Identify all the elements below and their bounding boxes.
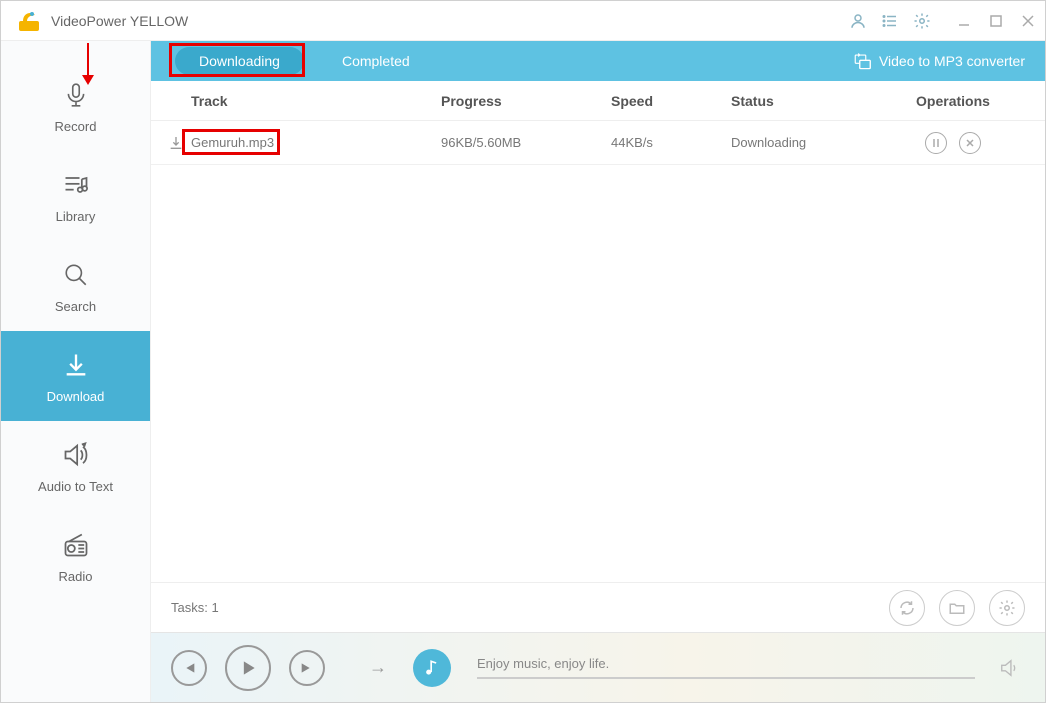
- open-folder-button[interactable]: [939, 590, 975, 626]
- player-text-area: Enjoy music, enjoy life.: [469, 656, 975, 679]
- sidebar: Record Library Search Download: [1, 41, 151, 702]
- sidebar-item-label: Download: [47, 389, 105, 404]
- video-to-mp3-converter-link[interactable]: Video to MP3 converter: [853, 52, 1045, 70]
- refresh-button[interactable]: [889, 590, 925, 626]
- row-progress: 96KB/5.60MB: [441, 135, 611, 150]
- column-header-track: Track: [161, 93, 441, 109]
- row-status: Downloading: [731, 135, 871, 150]
- player-message: Enjoy music, enjoy life.: [477, 656, 975, 671]
- converter-icon: [853, 52, 871, 70]
- app-body: Record Library Search Download: [1, 41, 1045, 702]
- row-speed: 44KB/s: [611, 135, 731, 150]
- settings-gear-icon[interactable]: [913, 12, 931, 30]
- speaker-icon: [60, 439, 92, 471]
- close-button[interactable]: [1019, 12, 1037, 30]
- tab-downloading[interactable]: Downloading: [175, 47, 304, 75]
- volume-button[interactable]: [995, 657, 1025, 679]
- row-operations: [871, 132, 1035, 154]
- next-track-button[interactable]: [289, 650, 325, 686]
- track-name: Gemuruh.mp3: [191, 135, 441, 150]
- tab-completed[interactable]: Completed: [314, 41, 438, 81]
- highlight-arrow: [87, 43, 89, 83]
- maximize-button[interactable]: [987, 12, 1005, 30]
- column-header-status: Status: [731, 93, 871, 109]
- column-header-progress: Progress: [441, 93, 611, 109]
- title-bar: VideoPower YELLOW: [1, 1, 1045, 41]
- converter-label: Video to MP3 converter: [879, 53, 1025, 69]
- column-header-operations: Operations: [871, 93, 1035, 109]
- search-icon: [60, 259, 92, 291]
- tab-label: Downloading: [199, 53, 280, 69]
- title-bar-icons: [849, 12, 931, 30]
- settings-button[interactable]: [989, 590, 1025, 626]
- window-controls: [955, 12, 1037, 30]
- column-header-speed: Speed: [611, 93, 731, 109]
- app-logo-icon: [17, 9, 41, 33]
- music-note-icon: [413, 649, 451, 687]
- main-footer: Tasks: 1: [151, 582, 1045, 632]
- tasks-count: Tasks: 1: [171, 600, 219, 615]
- sidebar-item-library[interactable]: Library: [1, 151, 150, 241]
- sidebar-item-record[interactable]: Record: [1, 61, 150, 151]
- sidebar-item-label: Search: [55, 299, 96, 314]
- player-bar: → Enjoy music, enjoy life.: [151, 632, 1045, 702]
- sidebar-item-label: Library: [56, 209, 96, 224]
- sidebar-item-label: Audio to Text: [38, 479, 113, 494]
- download-row-icon: [161, 135, 191, 151]
- play-button[interactable]: [225, 645, 271, 691]
- sidebar-item-audio-to-text[interactable]: Audio to Text: [1, 421, 150, 511]
- previous-track-button[interactable]: [171, 650, 207, 686]
- player-arrow-icon: →: [353, 657, 403, 678]
- tabs-bar: Downloading Completed Video to MP3 conve…: [151, 41, 1045, 81]
- pause-button[interactable]: [925, 132, 947, 154]
- sidebar-item-label: Record: [55, 119, 97, 134]
- tab-label: Completed: [342, 53, 410, 69]
- minimize-button[interactable]: [955, 12, 973, 30]
- sidebar-item-label: Radio: [59, 569, 93, 584]
- download-icon: [60, 349, 92, 381]
- main-panel: Downloading Completed Video to MP3 conve…: [151, 41, 1045, 702]
- table-header: Track Progress Speed Status Operations: [151, 81, 1045, 121]
- sidebar-item-radio[interactable]: Radio: [1, 511, 150, 601]
- table-row[interactable]: Gemuruh.mp3 96KB/5.60MB 44KB/s Downloadi…: [151, 121, 1045, 165]
- library-icon: [60, 169, 92, 201]
- sidebar-item-download[interactable]: Download: [1, 331, 150, 421]
- app-title: VideoPower YELLOW: [51, 13, 849, 29]
- player-progress-bar[interactable]: [477, 677, 975, 679]
- cancel-button[interactable]: [959, 132, 981, 154]
- radio-icon: [60, 529, 92, 561]
- account-icon[interactable]: [849, 12, 867, 30]
- list-icon[interactable]: [881, 12, 899, 30]
- table-body: Gemuruh.mp3 96KB/5.60MB 44KB/s Downloadi…: [151, 121, 1045, 582]
- sidebar-item-search[interactable]: Search: [1, 241, 150, 331]
- app-window: VideoPower YELLOW: [0, 0, 1046, 703]
